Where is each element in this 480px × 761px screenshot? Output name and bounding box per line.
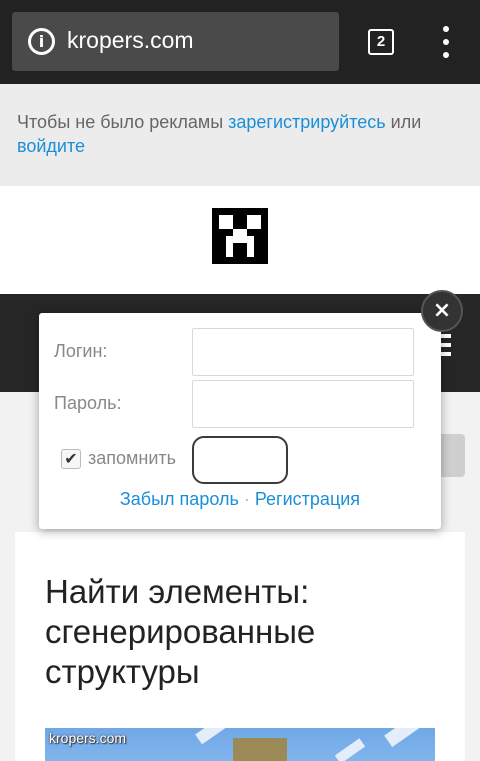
close-icon[interactable]: × [421, 290, 463, 332]
login-label: Логин: [54, 341, 108, 361]
remember-label[interactable]: запомнить [88, 448, 176, 469]
login-input[interactable] [192, 328, 414, 376]
browser-toolbar: i kropers.com 2 [0, 0, 480, 84]
registration-link[interactable]: Регистрация [255, 489, 360, 509]
article-image[interactable]: kropers.com [45, 728, 435, 761]
login-link[interactable]: войдите [17, 136, 85, 156]
notice-text-middle: или [385, 112, 422, 132]
register-link[interactable]: зарегистрируйтесь [228, 112, 386, 132]
forgot-password-link[interactable]: Забыл пароль [120, 489, 239, 509]
image-watermark: kropers.com [49, 730, 127, 746]
links-separator: · [238, 489, 255, 509]
ad-notice: Чтобы не было рекламы зарегистрируйтесь … [0, 84, 480, 186]
article-card: Найти элементы: сгенерированные структур… [15, 532, 465, 761]
site-logo-icon[interactable] [212, 208, 268, 264]
site-header [0, 186, 480, 294]
url-text[interactable]: kropers.com [67, 27, 194, 54]
popup-links: Забыл пароль · Регистрация [39, 489, 441, 510]
article-title[interactable]: Найти элементы: сгенерированные структур… [45, 572, 445, 692]
remember-checkbox[interactable]: ✔ [61, 449, 81, 469]
login-popup: Логин: Пароль: ✔ запомнить Забыл пароль … [39, 313, 441, 529]
info-icon[interactable]: i [28, 28, 55, 55]
password-label: Пароль: [54, 393, 122, 413]
notice-text: Чтобы не было рекламы [17, 112, 229, 132]
login-submit-button[interactable] [192, 436, 288, 484]
address-bar[interactable]: i kropers.com [12, 12, 339, 71]
password-input[interactable] [192, 380, 414, 428]
tab-switcher-button[interactable]: 2 [368, 29, 394, 55]
overflow-menu-icon[interactable] [436, 26, 456, 58]
